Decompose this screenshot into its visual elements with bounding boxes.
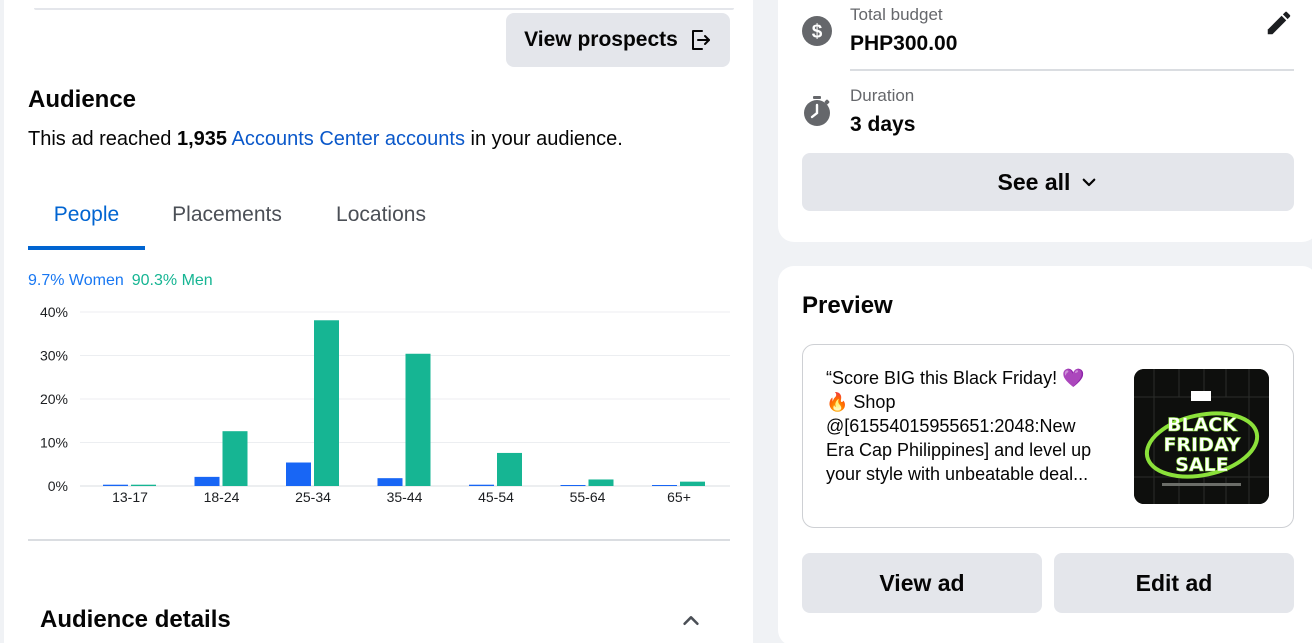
audience-reach-text: This ad reached 1,935 Accounts Center ac… — [28, 128, 623, 151]
see-all-button[interactable]: See all — [802, 153, 1294, 211]
bar-women-25-34 — [286, 462, 311, 486]
chevron-down-icon — [1083, 178, 1096, 187]
edit-ad-button[interactable]: Edit ad — [1054, 553, 1294, 613]
bar-women-65+ — [652, 485, 677, 486]
view-prospects-label: View prospects — [524, 28, 678, 51]
audience-tabs: People Placements Locations — [28, 180, 453, 252]
preview-line: @[61554015955651:2048:New — [826, 416, 1076, 436]
bar-women-55-64 — [560, 485, 586, 486]
gender-split: 9.7% Women 90.3% Men — [28, 272, 213, 290]
budget-separator — [850, 69, 1294, 71]
thumb-text: BLACK — [1167, 414, 1238, 436]
bar-women-35-44 — [377, 478, 403, 486]
bar-women-13-17 — [103, 484, 128, 486]
ad-preview-text: “Score BIG this Black Friday! 💜 🔥 Shop @… — [826, 366, 1122, 486]
chevron-up-icon[interactable] — [680, 610, 702, 632]
stopwatch-icon — [804, 96, 830, 126]
total-budget-label: Total budget — [850, 5, 943, 24]
duration-label: Duration — [850, 86, 915, 105]
reach-suffix: in your audience. — [464, 128, 623, 150]
accounts-center-link[interactable]: Accounts Center accounts — [232, 128, 465, 150]
y-tick-label: 10% — [40, 435, 68, 451]
duration-value: 3 days — [850, 113, 916, 136]
preview-line: “Score BIG this Black Friday! 💜 — [826, 368, 1085, 388]
bar-women-45-54 — [469, 484, 494, 486]
preview-line: Era Cap Philippines] and level up — [826, 440, 1092, 460]
top-divider — [34, 8, 734, 10]
x-tick-label: 45-54 — [478, 489, 514, 505]
y-tick-label: 20% — [40, 391, 68, 407]
x-tick-label: 65+ — [667, 489, 691, 505]
see-all-label: See all — [997, 168, 1071, 195]
chart-divider — [28, 539, 730, 541]
svg-text:$: $ — [812, 22, 823, 43]
preview-line: 🔥 Shop — [826, 392, 896, 412]
audience-details-title: Audience details — [40, 606, 231, 633]
bar-men-35-44 — [405, 353, 431, 486]
tab-placements[interactable]: Placements — [145, 180, 309, 250]
dollar-circle-icon: $ — [802, 16, 832, 46]
bar-men-65+ — [680, 481, 705, 486]
total-budget-value: PHP300.00 — [850, 32, 958, 55]
reach-prefix: This ad reached — [28, 128, 177, 150]
bar-men-25-34 — [314, 320, 339, 486]
y-tick-label: 30% — [40, 348, 68, 364]
bar-men-18-24 — [222, 431, 248, 486]
x-tick-label: 35-44 — [387, 489, 423, 505]
audience-title: Audience — [28, 86, 137, 113]
bar-women-18-24 — [194, 476, 220, 486]
view-ad-label: View ad — [879, 569, 965, 596]
x-tick-label: 13-17 — [112, 489, 148, 505]
view-prospects-button[interactable]: View prospects — [506, 13, 730, 67]
thumb-text: SALE — [1175, 454, 1228, 476]
preview-line: your style with unbeatable deal... — [826, 464, 1089, 484]
tab-people[interactable]: People — [28, 180, 145, 250]
thumb-text: FRIDAY — [1163, 434, 1240, 456]
reach-count: 1,935 — [176, 128, 228, 150]
x-tick-label: 25-34 — [295, 489, 331, 505]
women-share: 9.7% Women — [28, 272, 124, 289]
men-share: 90.3% Men — [131, 272, 213, 289]
bar-men-45-54 — [497, 452, 522, 486]
bar-men-13-17 — [131, 484, 156, 486]
pencil-icon[interactable] — [1264, 8, 1294, 38]
y-tick-label: 40% — [40, 304, 68, 320]
age-gender-chart: 0% 10% 20% 30% 40% 13-17 18-24 25-34 35-44 45-54 5… — [40, 304, 730, 505]
bar-men-55-64 — [588, 479, 614, 486]
exit-icon — [691, 30, 710, 50]
y-tick-label: 0% — [48, 478, 68, 494]
x-tick-label: 18-24 — [204, 489, 240, 505]
view-ad-button[interactable]: View ad — [802, 553, 1042, 613]
ad-thumbnail: BLACK FRIDAY SALE — [1134, 369, 1269, 504]
preview-title: Preview — [802, 292, 893, 319]
x-tick-label: 55-64 — [570, 489, 606, 505]
tab-locations[interactable]: Locations — [309, 180, 453, 250]
edit-ad-label: Edit ad — [1135, 569, 1213, 596]
